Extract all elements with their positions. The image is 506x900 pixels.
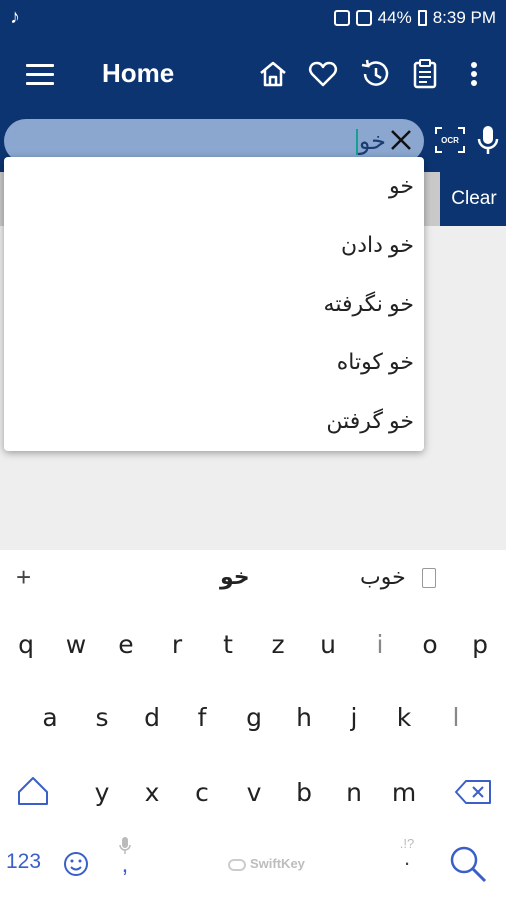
- key-q[interactable]: q: [6, 630, 46, 659]
- key-y[interactable]: y: [82, 778, 122, 807]
- more-vert-icon[interactable]: [460, 58, 488, 90]
- music-note-icon: ♪: [10, 6, 20, 28]
- key-f[interactable]: f: [182, 703, 222, 732]
- menu-icon[interactable]: [26, 64, 54, 86]
- search-icon[interactable]: [448, 844, 488, 884]
- key-t[interactable]: t: [208, 630, 248, 659]
- suggestion-dropdown: خو خو دادن خو نگرفته خو کوتاه خو گرفتن: [4, 157, 424, 451]
- key-e[interactable]: e: [106, 630, 146, 659]
- microphone-icon[interactable]: [476, 124, 500, 156]
- key-o[interactable]: o: [410, 630, 450, 659]
- backspace-icon[interactable]: [454, 778, 494, 806]
- key-j[interactable]: j: [334, 703, 374, 732]
- search-query[interactable]: خو: [355, 127, 386, 156]
- prediction-bar: + خو خوب: [0, 550, 506, 608]
- battery-icon: [417, 10, 427, 26]
- suggestion-item[interactable]: خو کوتاه: [4, 333, 424, 392]
- shift-icon[interactable]: [16, 774, 50, 808]
- status-bar: ♪ 44% 8:39 PM: [0, 0, 506, 38]
- clear-button[interactable]: Clear: [442, 172, 506, 226]
- key-x[interactable]: x: [132, 778, 172, 807]
- svg-text:OCR: OCR: [441, 136, 459, 145]
- key-h[interactable]: h: [284, 703, 324, 732]
- key-i[interactable]: i: [360, 630, 400, 659]
- clipboard-small-icon: [422, 568, 436, 588]
- key-s[interactable]: s: [82, 703, 122, 732]
- key-b[interactable]: b: [284, 778, 324, 807]
- key-l[interactable]: l: [436, 703, 476, 732]
- home-icon[interactable]: [257, 58, 289, 90]
- close-icon[interactable]: [386, 125, 416, 155]
- suggestion-item[interactable]: خو دادن: [4, 216, 424, 275]
- key-k[interactable]: k: [384, 703, 424, 732]
- period-label: .: [403, 845, 411, 870]
- battery-level: 44%: [377, 8, 412, 27]
- suggestion-item[interactable]: خو گرفتن: [4, 392, 424, 451]
- signal-icon: [355, 10, 372, 26]
- key-d[interactable]: d: [132, 703, 172, 732]
- key-r[interactable]: r: [157, 630, 197, 659]
- numbers-key[interactable]: 123: [6, 850, 41, 874]
- suggestion-item[interactable]: خو: [4, 157, 424, 216]
- swiftkey-label: SwiftKey: [250, 856, 305, 871]
- ocr-scan-icon[interactable]: OCR: [434, 126, 466, 154]
- app-bar: Home: [0, 38, 506, 112]
- key-a[interactable]: a: [30, 703, 70, 732]
- heart-icon[interactable]: [307, 58, 339, 90]
- key-m[interactable]: m: [384, 778, 424, 807]
- toolbar-expand-button[interactable]: +: [16, 562, 31, 593]
- emoji-icon[interactable]: [62, 850, 90, 878]
- call-icon: [333, 10, 350, 26]
- key-v[interactable]: v: [234, 778, 274, 807]
- key-p[interactable]: p: [460, 630, 500, 659]
- key-z[interactable]: z: [258, 630, 298, 659]
- prediction-right[interactable]: خوب: [360, 564, 406, 590]
- period-key[interactable]: .!? .: [392, 836, 422, 870]
- clipboard-icon[interactable]: [409, 58, 441, 90]
- key-c[interactable]: c: [182, 778, 222, 807]
- key-n[interactable]: n: [334, 778, 374, 807]
- comma-key[interactable]: ,: [110, 836, 140, 877]
- swiftkey-brand[interactable]: SwiftKey: [228, 856, 305, 871]
- page-title: Home: [102, 58, 175, 88]
- clock: 8:39 PM: [432, 8, 496, 27]
- key-u[interactable]: u: [308, 630, 348, 659]
- key-w[interactable]: w: [56, 630, 96, 659]
- keyboard: + خو خوب q w e r t z u i o p a s d f g h…: [0, 550, 506, 900]
- comma-label: ,: [121, 851, 129, 878]
- swiftkey-logo-icon: [228, 858, 246, 871]
- prediction-center[interactable]: خو: [220, 564, 250, 590]
- key-g[interactable]: g: [234, 703, 274, 732]
- history-icon[interactable]: [359, 58, 391, 90]
- suggestion-item[interactable]: خو نگرفته: [4, 275, 424, 334]
